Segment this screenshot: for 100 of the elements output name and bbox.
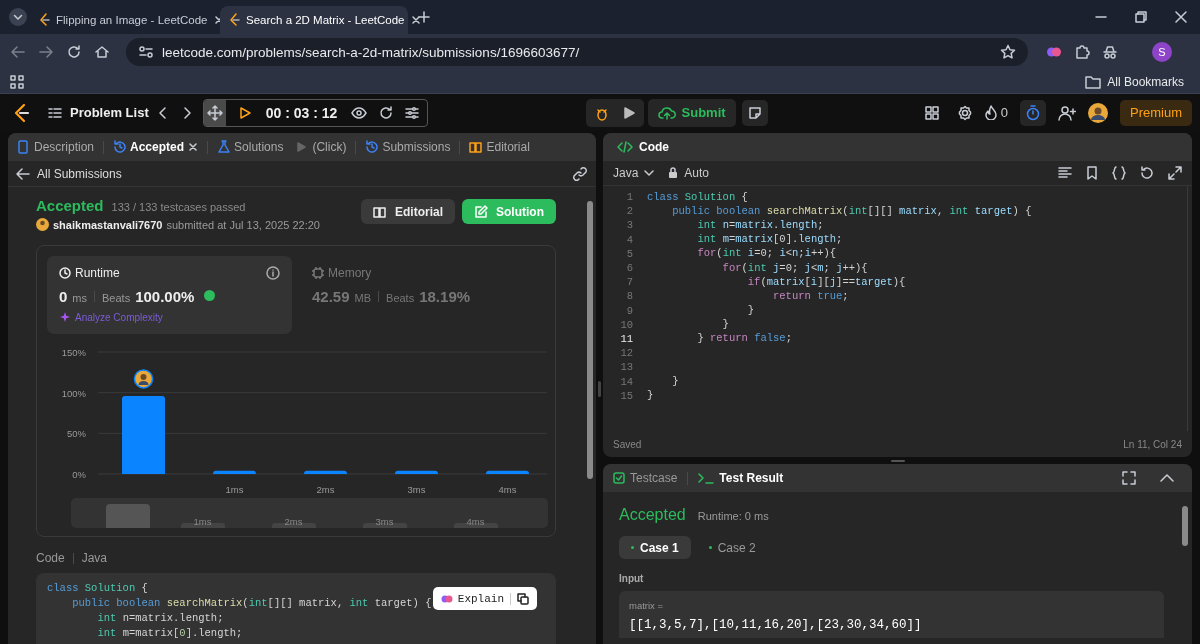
move-icon [206,104,223,121]
restore-icon[interactable] [1135,11,1147,23]
folder-icon [1085,74,1102,89]
user-avatar[interactable] [1088,102,1108,123]
testcases-text: 133 / 133 testcases passed [111,201,246,213]
copy-icon[interactable] [517,592,529,605]
all-submissions-link[interactable]: All Submissions [16,166,122,181]
home-icon[interactable] [94,44,110,60]
clock-icon [59,267,71,279]
resize-handle[interactable] [890,459,905,462]
range-navigator[interactable]: 1ms 2ms 3ms 4ms [71,498,548,528]
timer-button[interactable] [1020,99,1046,126]
line-number: 2 [625,205,633,218]
auto-mode: Auto [668,166,710,180]
add-user-icon[interactable] [1058,104,1076,121]
line-number: 14 [619,375,633,388]
close-icon[interactable] [1175,11,1187,23]
lock-icon [668,167,679,179]
code-line: } [746,303,755,319]
user-avatar [36,218,49,231]
panel-tab[interactable]: Testcase [609,471,682,485]
browser-tab[interactable]: Flipping an Image - LeetCode [30,6,218,34]
layout-icon[interactable] [924,105,939,120]
panel-tab[interactable]: Description [14,140,98,154]
code-line: for(int i=0; i<n;i++){ [696,246,837,262]
profile-avatar[interactable]: S [1152,42,1172,62]
beats-label: Beats [386,292,415,304]
note-button[interactable] [741,99,768,126]
line-number: 15 [619,389,633,402]
reset-icon[interactable] [1140,166,1154,180]
editorial-button[interactable]: Editorial [361,199,455,224]
case-tab[interactable]: Case 2 [696,536,768,559]
axis-label: 1ms [193,516,212,528]
note-icon [747,105,762,120]
runtime-card[interactable]: Runtime 0 ms Beats 100.00% Analyze Complexity [47,256,292,334]
code-line: if(matrix[i][j]==target){ [746,274,906,290]
extensions-icon[interactable] [1074,44,1090,60]
panel-tab[interactable]: (Click) [292,140,350,154]
apps-grid-icon[interactable] [10,74,24,89]
site-settings-icon[interactable] [138,44,154,60]
forward-icon[interactable] [38,44,54,60]
address-bar[interactable]: leetcode.com/problems/search-a-2d-matrix/submissions/1696603677/ [126,38,1028,66]
panel-tab[interactable]: Editorial [466,140,533,154]
panel-tab[interactable]: Submissions [362,140,454,154]
streak-counter[interactable]: 0 [984,105,1008,120]
bookmark-icon[interactable] [1086,166,1098,180]
code-line: class Solution { [647,189,748,205]
move-handle[interactable] [203,99,226,126]
list-icon [48,106,62,119]
bookmarks-folder[interactable]: All Bookmarks [1085,74,1184,89]
panel-tab[interactable]: Accepted [110,140,202,154]
format-icon[interactable] [1058,167,1072,179]
new-tab-icon[interactable] [418,11,430,23]
x-axis-label: 2ms [316,484,335,495]
line-number: 11 [619,332,633,345]
timer: 00 : 03 : 12 [265,104,338,121]
braces-icon[interactable] [1112,166,1126,180]
reload-icon[interactable] [66,44,82,60]
settings-icon[interactable] [956,104,973,121]
code-line: public boolean searchMatrix(int[][] matrix, int target) { [71,596,432,611]
close-icon[interactable] [410,15,421,25]
submit-button[interactable]: Submit [647,98,736,127]
next-icon[interactable] [182,105,193,120]
premium-button[interactable]: Premium [1120,99,1192,126]
x-axis-label: 1ms [225,484,244,495]
case-tab[interactable]: Case 1 [619,536,691,559]
collapse-icon[interactable] [1160,473,1174,483]
incognito-icon[interactable] [1102,44,1118,60]
link-icon[interactable] [572,165,588,182]
settings-sliders-icon[interactable] [405,105,420,120]
username-link[interactable]: shaikmastanvali7670 [53,218,163,231]
fullscreen-icon[interactable] [1122,471,1136,485]
panel-tab[interactable]: Test Result [694,471,788,485]
expand-icon[interactable] [1168,166,1182,180]
parameter-name: matrix = [629,600,665,611]
star-icon[interactable] [1000,44,1016,60]
range-handle[interactable] [106,504,150,528]
problem-list-link[interactable]: Problem List [48,105,149,120]
reset-icon[interactable] [379,105,394,120]
play-icon[interactable] [237,105,252,120]
previous-icon[interactable] [156,105,167,120]
stopwatch-icon [1026,104,1040,121]
beats-percent: 18.19% [419,288,471,305]
history-icon [365,140,379,154]
close-icon[interactable] [188,142,199,152]
tab-search-icon[interactable] [8,7,28,27]
resize-handle[interactable] [598,380,601,397]
run-icon[interactable] [621,105,636,120]
language-dropdown[interactable]: Java [613,166,655,180]
panel-title: Code [639,140,669,154]
history-icon [113,140,127,154]
back-icon[interactable] [10,44,26,60]
eye-icon[interactable] [351,106,368,119]
beats-label: Beats [102,292,131,304]
cloud-upload-icon [657,105,676,120]
x-axis-label: 3ms [407,484,426,495]
axis-label: 2ms [284,516,303,528]
panel-tab[interactable]: Solutions [214,140,287,154]
info-icon[interactable] [266,266,280,280]
line-number: 10 [619,318,633,331]
